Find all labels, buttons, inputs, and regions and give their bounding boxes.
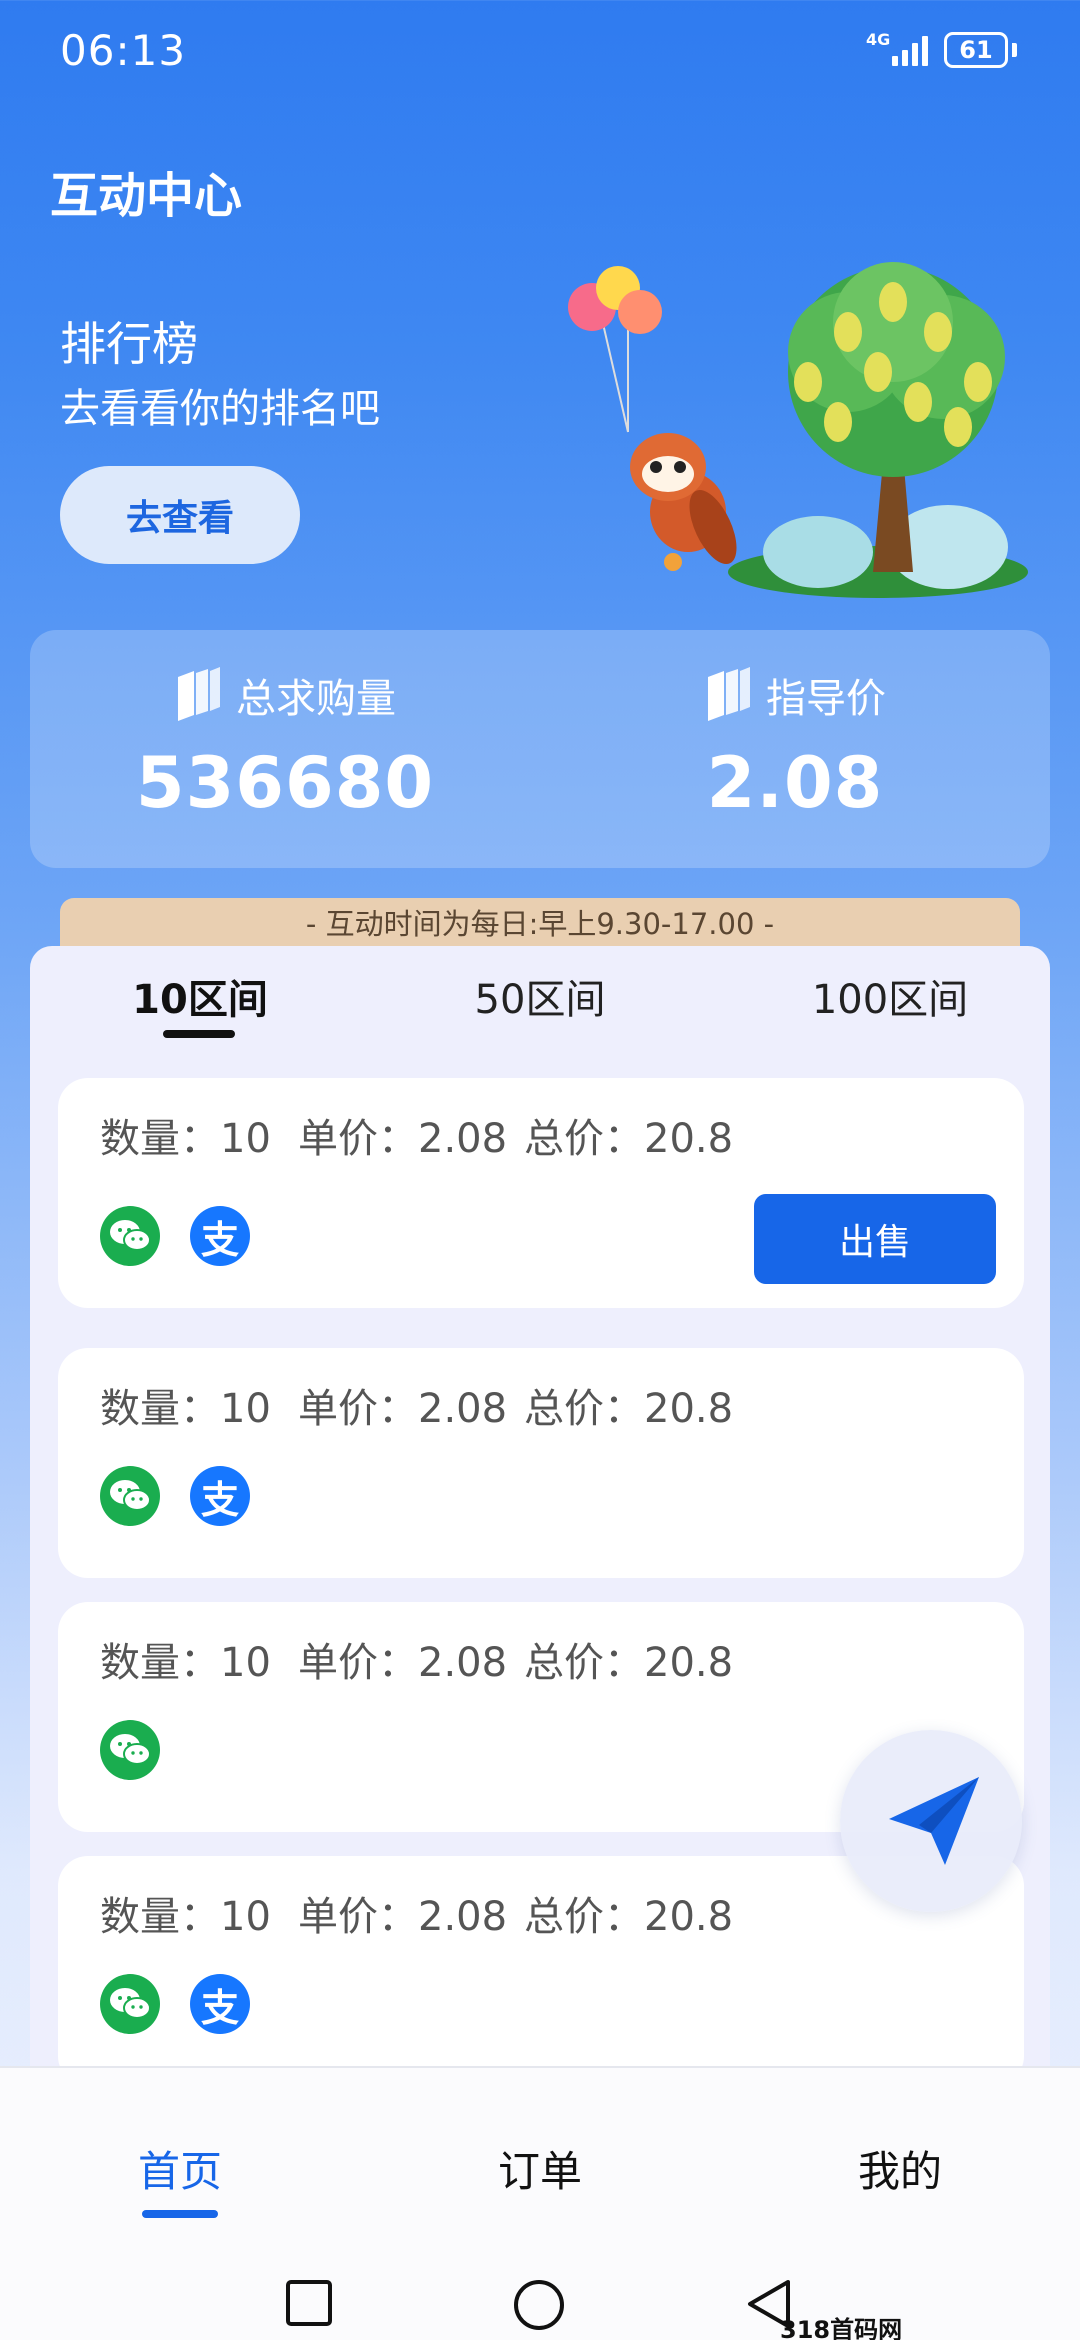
stat-label: 总求购量 — [236, 676, 396, 722]
nav-home[interactable]: 首页 — [0, 2138, 360, 2199]
unit-price-field: 单价：2.08 — [298, 1386, 508, 1432]
stat-value: 2.08 — [706, 742, 884, 824]
unit-price-field: 单价：2.08 — [298, 1640, 508, 1686]
nav-orders[interactable]: 订单 — [360, 2138, 720, 2199]
leaderboard-title: 排行榜 — [60, 317, 198, 371]
wechat-pay-icon — [100, 1720, 160, 1780]
total-price-field: 总价：20.8 — [524, 1386, 734, 1432]
wechat-pay-icon — [100, 1974, 160, 2034]
nav-mine[interactable]: 我的 — [720, 2138, 1080, 2199]
stat-value: 536680 — [135, 742, 435, 824]
status-time: 06:13 — [60, 26, 187, 75]
alipay-icon: 支 — [190, 1466, 250, 1526]
home-button[interactable] — [512, 2278, 566, 2332]
tab-50-range[interactable]: 50区间 — [390, 946, 690, 1046]
book-icon — [178, 667, 220, 721]
send-icon — [889, 1777, 979, 1865]
total-price-field: 总价：20.8 — [524, 1640, 734, 1686]
wechat-pay-icon — [100, 1466, 160, 1526]
quantity-field: 数量：10 — [100, 1640, 271, 1686]
total-price-field: 总价：20.8 — [524, 1894, 734, 1940]
quantity-field: 数量：10 — [100, 1894, 271, 1940]
tab-100-range[interactable]: 100区间 — [730, 946, 1050, 1046]
total-price-field: 总价：20.8 — [524, 1116, 734, 1162]
leaderboard-subtitle: 去看看你的排名吧 — [60, 386, 380, 432]
active-tab-indicator — [163, 1030, 235, 1038]
bottom-nav: 首页 订单 我的 — [0, 2066, 1080, 2340]
wechat-pay-icon — [100, 1206, 160, 1266]
alipay-icon: 支 — [190, 1974, 250, 2034]
order-card: 数量：10 单价：2.08 总价：20.8 支 出售 — [58, 1078, 1024, 1308]
nav-active-indicator — [142, 2210, 218, 2218]
signal-icon: 4G — [866, 30, 936, 70]
alipay-icon: 支 — [190, 1206, 250, 1266]
quantity-field: 数量：10 — [100, 1116, 271, 1162]
stat-label: 指导价 — [766, 676, 886, 722]
page-title: 互动中心 — [50, 168, 243, 224]
recents-button[interactable] — [284, 2278, 334, 2328]
battery-level: 61 — [959, 36, 993, 64]
publish-fab[interactable] — [840, 1730, 1022, 1912]
order-card: 数量：10 单价：2.08 总价：20.8 支 — [58, 1348, 1024, 1578]
stats-panel: 总求购量 536680 指导价 2.08 — [30, 630, 1050, 868]
watermark: 318首码网 www.e318.com — [780, 2316, 903, 2340]
quantity-field: 数量：10 — [100, 1386, 271, 1432]
stat-total-demand: 总求购量 536680 — [30, 666, 540, 824]
status-bar: 06:13 4G 61 — [0, 0, 1080, 100]
sell-button[interactable]: 出售 — [754, 1194, 996, 1284]
tree-raccoon-illustration — [568, 262, 1028, 598]
unit-price-field: 单价：2.08 — [298, 1116, 508, 1162]
stat-guide-price: 指导价 2.08 — [540, 666, 1050, 824]
view-ranking-button[interactable]: 去查看 — [60, 466, 300, 564]
network-type: 4G — [866, 30, 891, 49]
unit-price-field: 单价：2.08 — [298, 1894, 508, 1940]
battery-icon: 61 — [944, 32, 1008, 68]
book-icon — [708, 667, 750, 721]
